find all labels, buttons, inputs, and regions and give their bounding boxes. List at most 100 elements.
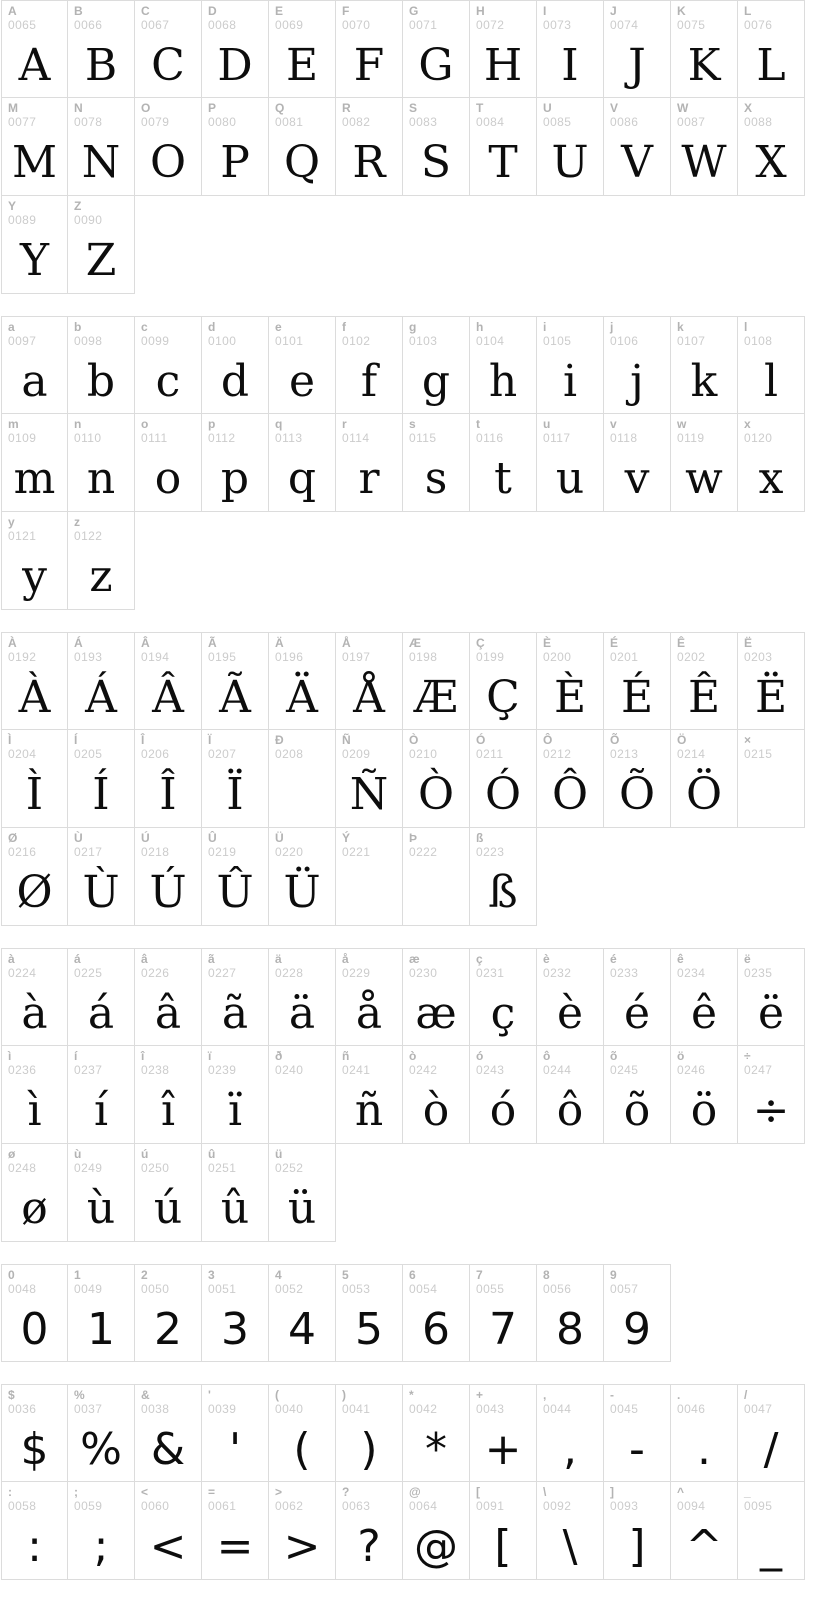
glyph-cell[interactable]: V 0086 V: [604, 98, 671, 196]
glyph-cell[interactable]: ú 0250 ú: [135, 1144, 202, 1242]
glyph-cell[interactable]: T 0084 T: [470, 98, 537, 196]
glyph-cell[interactable]: I 0073 I: [537, 0, 604, 98]
glyph-cell[interactable]: -0045-: [604, 1384, 671, 1482]
glyph-cell[interactable]: D 0068 D: [202, 0, 269, 98]
glyph-cell[interactable]: ß 0223 ß: [470, 828, 537, 926]
glyph-cell[interactable]: Ç 0199 Ç: [470, 632, 537, 730]
glyph-cell[interactable]: E 0069 E: [269, 0, 336, 98]
glyph-cell[interactable]: . 0046.: [671, 1384, 738, 1482]
glyph-cell[interactable]: Â 0194 Â: [135, 632, 202, 730]
glyph-cell[interactable]: w 0119 w: [671, 414, 738, 512]
glyph-cell[interactable]: û 0251 û: [202, 1144, 269, 1242]
glyph-cell[interactable]: \ 0092 \: [537, 1482, 604, 1580]
glyph-cell[interactable]: :0058:: [1, 1482, 68, 1580]
glyph-cell[interactable]: i 0105 i: [537, 316, 604, 414]
glyph-cell[interactable]: 0 0048 0: [1, 1264, 68, 1362]
glyph-cell[interactable]: H 0072 H: [470, 0, 537, 98]
glyph-cell[interactable]: /0047/: [738, 1384, 805, 1482]
glyph-cell[interactable]: r 0114 r: [336, 414, 403, 512]
glyph-cell[interactable]: +0043 +: [470, 1384, 537, 1482]
glyph-cell[interactable]: f 0102 f: [336, 316, 403, 414]
glyph-cell[interactable]: J 0074 J: [604, 0, 671, 98]
glyph-cell[interactable]: _ 0095 _: [738, 1482, 805, 1580]
glyph-cell[interactable]: 5 0053 5: [336, 1264, 403, 1362]
glyph-cell[interactable]: % 0037%: [68, 1384, 135, 1482]
glyph-cell[interactable]: Î 0206 Î: [135, 730, 202, 828]
glyph-cell[interactable]: Í 0205 Í: [68, 730, 135, 828]
glyph-cell[interactable]: ] 0093]: [604, 1482, 671, 1580]
glyph-cell[interactable]: b 0098 b: [68, 316, 135, 414]
glyph-cell[interactable]: M 0077 M: [1, 98, 68, 196]
glyph-cell[interactable]: õ 0245 õ: [604, 1046, 671, 1144]
glyph-cell[interactable]: U 0085 U: [537, 98, 604, 196]
glyph-cell[interactable]: X 0088 X: [738, 98, 805, 196]
glyph-cell[interactable]: í 0237 í: [68, 1046, 135, 1144]
glyph-cell[interactable]: W 0087 W: [671, 98, 738, 196]
glyph-cell[interactable]: u 0117 u: [537, 414, 604, 512]
glyph-cell[interactable]: k 0107 k: [671, 316, 738, 414]
glyph-cell[interactable]: ê 0234 ê: [671, 948, 738, 1046]
glyph-cell[interactable]: ö 0246 ö: [671, 1046, 738, 1144]
glyph-cell[interactable]: â 0226 â: [135, 948, 202, 1046]
glyph-cell[interactable]: 7 0055 7: [470, 1264, 537, 1362]
glyph-cell[interactable]: O 0079 O: [135, 98, 202, 196]
glyph-cell[interactable]: t 0116 t: [470, 414, 537, 512]
glyph-cell[interactable]: Ñ 0209 Ñ: [336, 730, 403, 828]
glyph-cell[interactable]: Y 0089 Y: [1, 196, 68, 294]
glyph-cell[interactable]: F 0070 F: [336, 0, 403, 98]
glyph-cell[interactable]: e 0101 e: [269, 316, 336, 414]
glyph-cell[interactable]: h 0104 h: [470, 316, 537, 414]
glyph-cell[interactable]: 8 0056 8: [537, 1264, 604, 1362]
glyph-cell[interactable]: Ö 0214 Ö: [671, 730, 738, 828]
glyph-cell[interactable]: Ü 0220 Ü: [269, 828, 336, 926]
glyph-cell[interactable]: Ð 0208: [269, 730, 336, 828]
glyph-cell[interactable]: R 0082 R: [336, 98, 403, 196]
glyph-cell[interactable]: Ý 0221: [336, 828, 403, 926]
glyph-cell[interactable]: Æ 0198 Æ: [403, 632, 470, 730]
glyph-cell[interactable]: 2 0050 2: [135, 1264, 202, 1362]
glyph-cell[interactable]: à 0224 à: [1, 948, 68, 1046]
glyph-cell[interactable]: Ø 0216 Ø: [1, 828, 68, 926]
glyph-cell[interactable]: d 0100 d: [202, 316, 269, 414]
glyph-cell[interactable]: & 0038 &: [135, 1384, 202, 1482]
glyph-cell[interactable]: ÷ 0247 ÷: [738, 1046, 805, 1144]
glyph-cell[interactable]: å 0229 å: [336, 948, 403, 1046]
glyph-cell[interactable]: Õ 0213 Õ: [604, 730, 671, 828]
glyph-cell[interactable]: 6 0054 6: [403, 1264, 470, 1362]
glyph-cell[interactable]: ð 0240: [269, 1046, 336, 1144]
glyph-cell[interactable]: K 0075 K: [671, 0, 738, 98]
glyph-cell[interactable]: Q 0081 Q: [269, 98, 336, 196]
glyph-cell[interactable]: j 0106 j: [604, 316, 671, 414]
glyph-cell[interactable]: @0064 @: [403, 1482, 470, 1580]
glyph-cell[interactable]: Ò 0210 Ò: [403, 730, 470, 828]
glyph-cell[interactable]: æ 0230 æ: [403, 948, 470, 1046]
glyph-cell[interactable]: Ó 0211 Ó: [470, 730, 537, 828]
glyph-cell[interactable]: a 0097 a: [1, 316, 68, 414]
glyph-cell[interactable]: ' 0039 ': [202, 1384, 269, 1482]
glyph-cell[interactable]: ü 0252 ü: [269, 1144, 336, 1242]
glyph-cell[interactable]: B 0066 B: [68, 0, 135, 98]
glyph-cell[interactable]: À 0192 À: [1, 632, 68, 730]
glyph-cell[interactable]: g 0103 g: [403, 316, 470, 414]
glyph-cell[interactable]: á 0225 á: [68, 948, 135, 1046]
glyph-cell[interactable]: G 0071 G: [403, 0, 470, 98]
glyph-cell[interactable]: L 0076 L: [738, 0, 805, 98]
glyph-cell[interactable]: >0062 >: [269, 1482, 336, 1580]
glyph-cell[interactable]: ò 0242 ò: [403, 1046, 470, 1144]
glyph-cell[interactable]: 3 0051 3: [202, 1264, 269, 1362]
glyph-cell[interactable]: ç 0231 ç: [470, 948, 537, 1046]
glyph-cell[interactable]: S 0083 S: [403, 98, 470, 196]
glyph-cell[interactable]: ^ 0094 ^: [671, 1482, 738, 1580]
glyph-cell[interactable]: N 0078 N: [68, 98, 135, 196]
glyph-cell[interactable]: l 0108 l: [738, 316, 805, 414]
glyph-cell[interactable]: <0060 <: [135, 1482, 202, 1580]
glyph-cell[interactable]: = 0061 =: [202, 1482, 269, 1580]
glyph-cell[interactable]: * 0042 *: [403, 1384, 470, 1482]
glyph-cell[interactable]: [0091[: [470, 1482, 537, 1580]
glyph-cell[interactable]: 4 0052 4: [269, 1264, 336, 1362]
glyph-cell[interactable]: Ù 0217 Ù: [68, 828, 135, 926]
glyph-cell[interactable]: ) 0041): [336, 1384, 403, 1482]
glyph-cell[interactable]: Ì 0204 Ì: [1, 730, 68, 828]
glyph-cell[interactable]: ó 0243 ó: [470, 1046, 537, 1144]
glyph-cell[interactable]: x 0120 x: [738, 414, 805, 512]
